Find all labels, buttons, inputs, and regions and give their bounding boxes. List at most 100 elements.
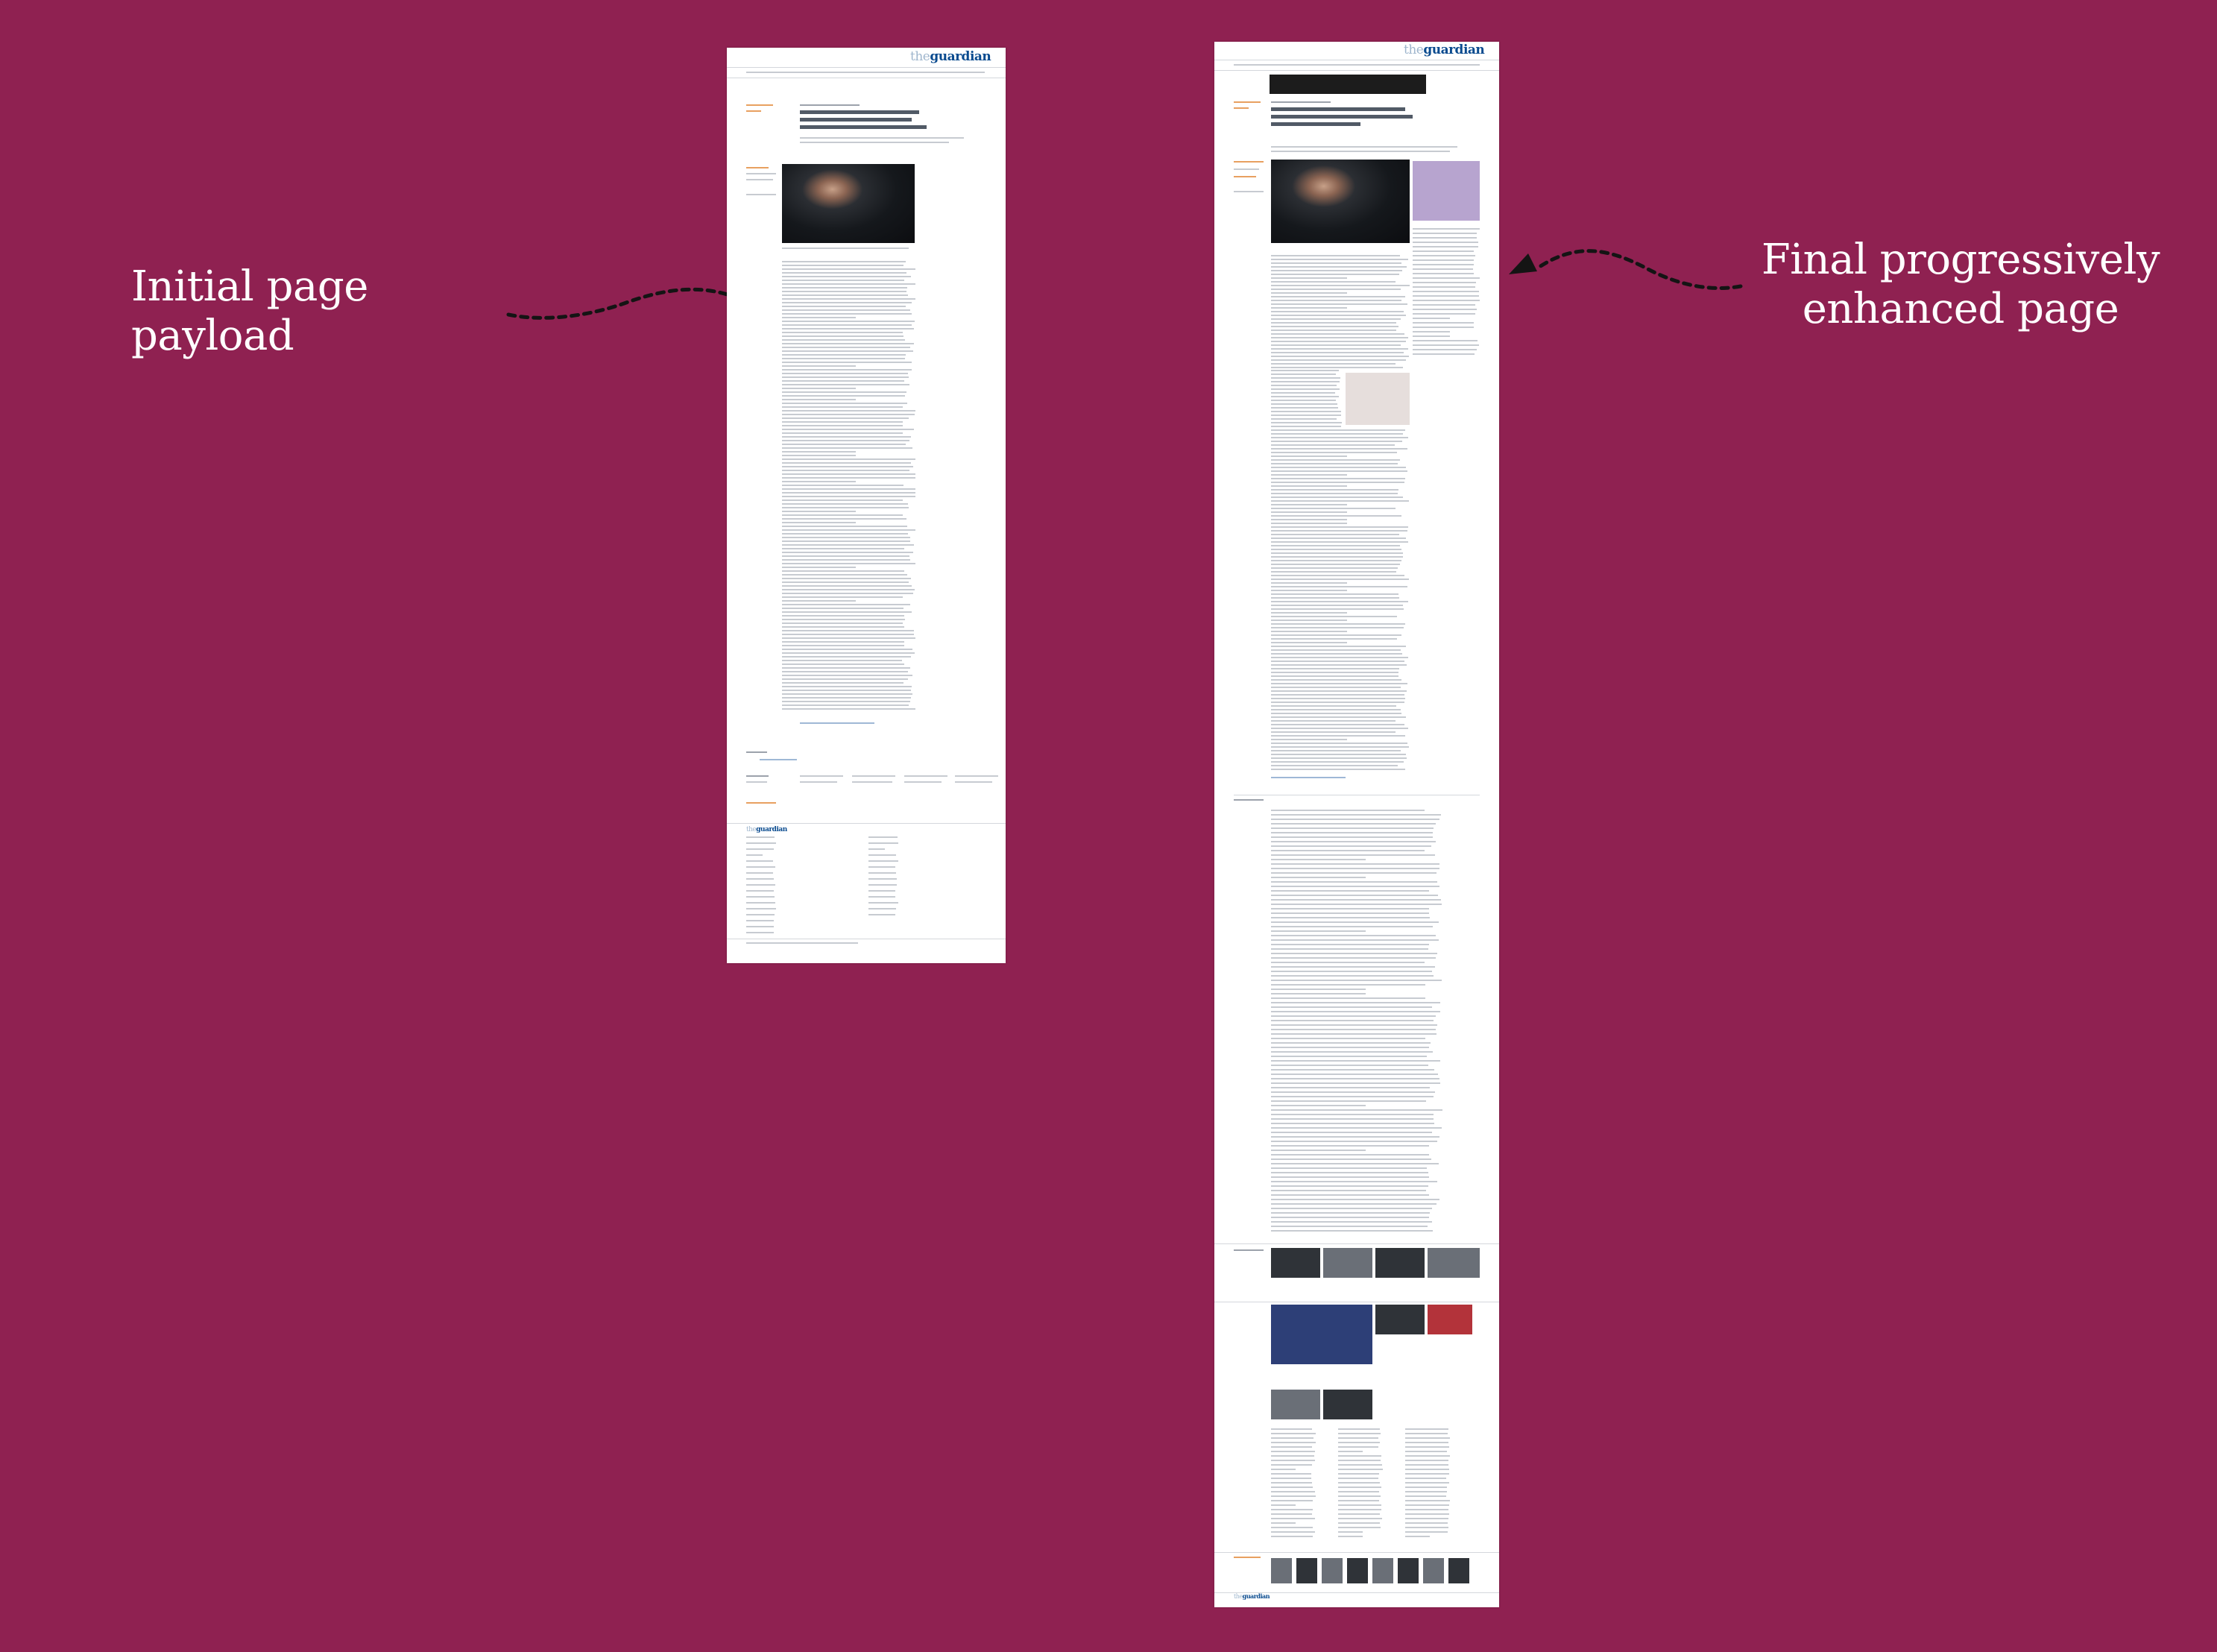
text-line — [1271, 504, 1347, 505]
text-line — [1405, 1513, 1449, 1515]
text-line — [868, 836, 898, 838]
text-line — [1271, 266, 1407, 268]
text-line — [1338, 1500, 1379, 1501]
text-line — [1271, 1065, 1428, 1066]
text-line — [1271, 552, 1403, 554]
text-line — [1271, 337, 1408, 338]
text-line — [1271, 930, 1366, 932]
text-line — [1405, 1482, 1449, 1484]
text-line — [1271, 683, 1407, 684]
text-line — [782, 485, 903, 486]
text-line — [1271, 1491, 1315, 1492]
text-line — [782, 708, 915, 710]
text-line — [1271, 1011, 1440, 1012]
text-line — [1271, 616, 1397, 617]
text-line — [782, 604, 910, 605]
text-line — [746, 884, 775, 886]
text-line — [1271, 1504, 1296, 1506]
final-page-screenshot: theguardian theguardian — [1214, 42, 1499, 1607]
text-line — [1413, 255, 1475, 256]
text-line — [1405, 1491, 1447, 1492]
text-line — [1413, 286, 1475, 288]
text-line — [1271, 993, 1366, 994]
text-line — [782, 399, 856, 400]
text-line — [782, 265, 903, 266]
text-line — [1271, 541, 1408, 543]
text-line — [782, 429, 914, 430]
text-line — [1271, 872, 1437, 874]
text-line — [782, 492, 915, 494]
text-line — [1271, 948, 1428, 950]
text-line — [782, 313, 912, 315]
text-line — [1405, 1509, 1448, 1510]
text-line — [1271, 564, 1400, 565]
text-line — [1271, 1199, 1439, 1200]
text-line — [868, 902, 898, 904]
text-line — [1338, 1504, 1381, 1506]
text-line — [1271, 904, 1442, 905]
text-line — [1271, 823, 1436, 825]
text-line — [1405, 1495, 1446, 1497]
text-line — [1271, 1437, 1314, 1439]
text-line — [1405, 1451, 1447, 1452]
text-line — [1271, 1141, 1437, 1142]
text-line — [746, 890, 774, 892]
text-line — [1338, 1478, 1378, 1479]
text-line — [1271, 377, 1340, 379]
text-line — [1271, 526, 1408, 528]
text-line — [1271, 1527, 1313, 1528]
text-line — [782, 552, 913, 553]
text-line — [1271, 845, 1431, 847]
text-line — [1271, 1531, 1315, 1533]
text-line — [1338, 1513, 1380, 1515]
text-line — [868, 908, 896, 909]
text-line — [1271, 1469, 1296, 1470]
text-line — [1271, 698, 1405, 699]
text-line — [1271, 1455, 1314, 1457]
text-line — [868, 896, 895, 898]
text-line — [1271, 750, 1401, 751]
text-line — [782, 261, 906, 262]
text-line — [746, 860, 773, 862]
text-line — [1271, 348, 1408, 350]
text-line — [1271, 429, 1405, 431]
text-line — [1413, 228, 1480, 230]
text-line — [782, 436, 911, 438]
text-line — [782, 615, 904, 617]
text-line — [1338, 1536, 1363, 1537]
text-line — [1271, 735, 1405, 737]
text-line — [1271, 953, 1437, 954]
text-line — [1271, 1221, 1432, 1223]
text-line — [782, 667, 910, 669]
text-line — [1413, 242, 1478, 243]
text-line — [1271, 661, 1404, 662]
text-line — [1271, 1047, 1429, 1048]
text-line — [1271, 344, 1401, 346]
text-line — [782, 660, 902, 661]
text-line — [1405, 1455, 1450, 1457]
contributor-photo — [1322, 1558, 1343, 1583]
text-line — [782, 306, 906, 307]
text-line — [782, 432, 903, 434]
text-line — [782, 466, 913, 467]
text-line — [1271, 868, 1439, 869]
article-photo — [782, 164, 915, 243]
text-line — [746, 896, 775, 898]
text-line — [782, 328, 914, 330]
text-line — [782, 641, 904, 643]
text-line — [1271, 485, 1347, 487]
text-line — [1271, 713, 1401, 714]
text-line — [1271, 441, 1402, 442]
text-line — [1271, 739, 1347, 740]
text-line — [1271, 1042, 1431, 1044]
text-line — [1271, 724, 1404, 725]
text-line — [1271, 422, 1342, 423]
text-line — [1338, 1482, 1380, 1484]
text-line — [1271, 322, 1396, 324]
text-line — [1271, 1181, 1437, 1182]
text-line — [1271, 270, 1402, 271]
text-line — [1271, 881, 1437, 883]
text-line — [1271, 1132, 1432, 1133]
text-line — [1405, 1518, 1448, 1519]
text-line — [1271, 549, 1401, 550]
